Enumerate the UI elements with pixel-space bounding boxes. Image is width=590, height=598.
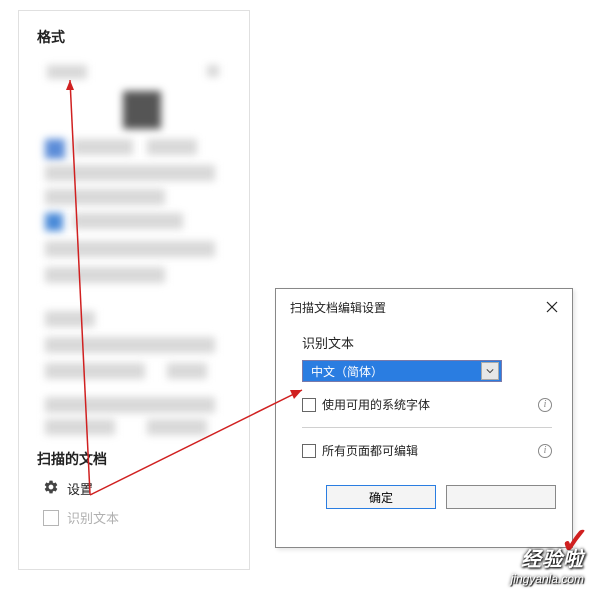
dialog-title: 扫描文档编辑设置 — [290, 299, 386, 316]
system-font-checkbox[interactable] — [302, 398, 316, 412]
ok-button[interactable]: 确定 — [326, 485, 436, 509]
system-font-label: 使用可用的系统字体 — [322, 396, 532, 413]
close-icon — [546, 301, 558, 313]
divider — [302, 427, 552, 428]
all-pages-row[interactable]: 所有页面都可编辑 i — [302, 442, 552, 459]
close-button[interactable] — [542, 297, 562, 317]
info-icon[interactable]: i — [538, 444, 552, 458]
format-panel: 格式 扫描的文档 设置 识别文本 — [18, 10, 250, 570]
format-title: 格式 — [37, 27, 231, 47]
dialog-footer: 确定 — [276, 485, 572, 523]
watermark-brand: 经验啦 — [521, 543, 584, 572]
all-pages-checkbox[interactable] — [302, 444, 316, 458]
settings-label: 设置 — [67, 479, 93, 498]
blurred-content — [37, 61, 233, 441]
dialog-header: 扫描文档编辑设置 — [276, 289, 572, 325]
watermark-url: jingyanla.com — [511, 572, 584, 586]
system-font-row[interactable]: 使用可用的系统字体 i — [302, 396, 552, 413]
info-icon[interactable]: i — [538, 398, 552, 412]
scan-settings-dialog: 扫描文档编辑设置 识别文本 中文（简体） 使用可用的系统字体 i 所有页面都可编… — [275, 288, 573, 548]
ocr-label: 识别文本 — [67, 508, 119, 527]
all-pages-label: 所有页面都可编辑 — [322, 442, 532, 459]
chevron-down-icon — [481, 362, 499, 380]
ocr-checkbox-row[interactable]: 识别文本 — [43, 508, 231, 527]
settings-button[interactable]: 设置 — [43, 479, 231, 498]
language-dropdown[interactable]: 中文（简体） — [302, 360, 502, 382]
gear-icon — [43, 479, 59, 498]
scanned-doc-title: 扫描的文档 — [37, 449, 231, 469]
ocr-checkbox[interactable] — [43, 510, 59, 526]
dialog-body: 识别文本 中文（简体） 使用可用的系统字体 i 所有页面都可编辑 i — [276, 325, 572, 485]
dropdown-value: 中文（简体） — [311, 363, 383, 380]
ocr-section-label: 识别文本 — [302, 333, 552, 352]
cancel-button[interactable] — [446, 485, 556, 509]
